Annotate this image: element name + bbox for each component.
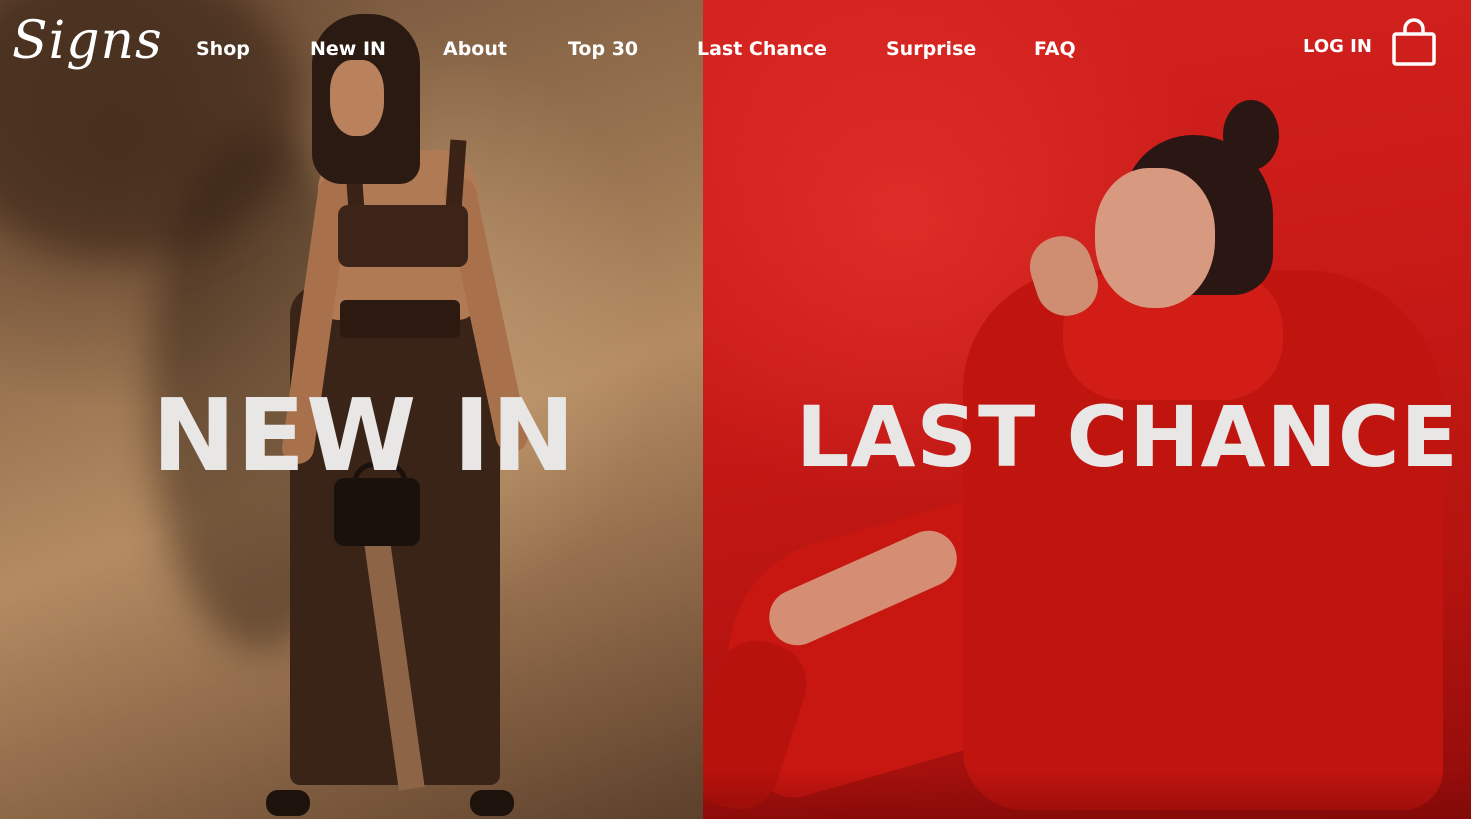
hero-panel-new-in[interactable]: NEW IN: [0, 0, 703, 819]
nav-surprise[interactable]: Surprise: [886, 38, 976, 61]
nav-top-30[interactable]: Top 30: [568, 38, 638, 61]
page: NEW IN LAST CHANCE Signs Shop New IN Abo…: [0, 0, 1471, 819]
top-nav: Signs Shop New IN About Top 30 Last Chan…: [0, 0, 1471, 100]
nav-last-chance[interactable]: Last Chance: [697, 38, 827, 61]
nav-faq[interactable]: FAQ: [1034, 38, 1076, 61]
hero-title-new-in: NEW IN: [152, 377, 577, 494]
nav-about[interactable]: About: [443, 38, 507, 61]
nav-new-in[interactable]: New IN: [310, 38, 386, 61]
login-link[interactable]: LOG IN: [1303, 36, 1372, 58]
brand-logo[interactable]: Signs: [12, 10, 163, 72]
hero-panel-last-chance[interactable]: LAST CHANCE: [703, 0, 1471, 819]
hero-title-last-chance: LAST CHANCE: [796, 388, 1459, 486]
shopping-bag-icon[interactable]: [1388, 18, 1440, 70]
nav-shop[interactable]: Shop: [196, 38, 250, 61]
